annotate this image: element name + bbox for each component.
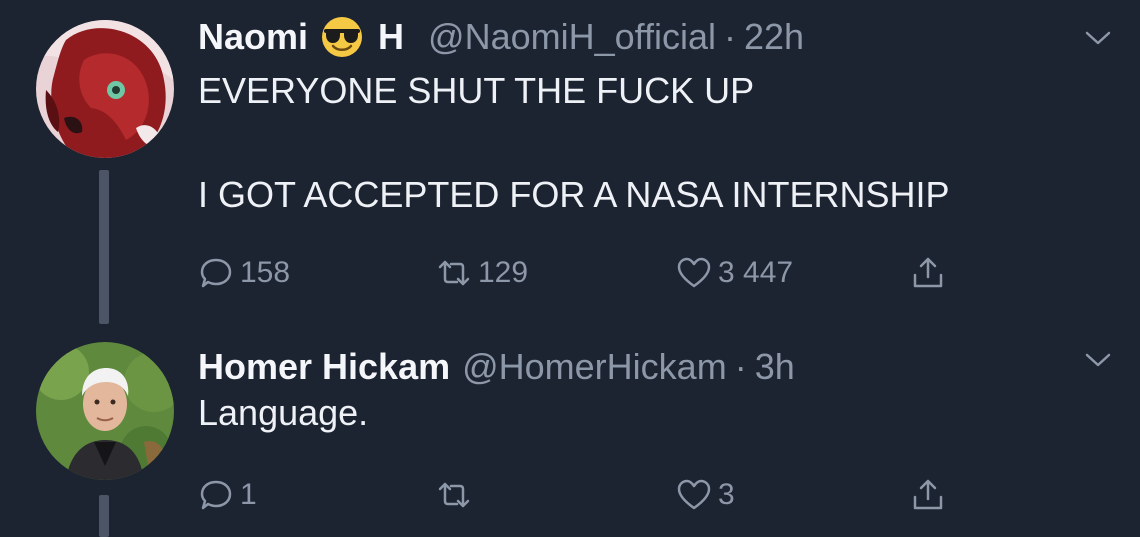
tweet-text-line: Language. [198,392,369,433]
sunglasses-emoji-icon [320,15,364,59]
chevron-down-icon[interactable] [1084,28,1112,48]
timestamp[interactable]: 3h [755,346,795,388]
reply-icon [200,258,232,288]
tweet[interactable]: Naomi H @NaomiH_official · 22h EVERYONE … [0,0,1140,330]
tweet-text-line: EVERYONE SHUT THE FUCK UP [198,70,755,111]
like-count: 3 [718,478,735,511]
reply-button[interactable]: 1 [198,470,257,520]
share-button[interactable] [910,248,952,298]
thread-line [99,170,109,324]
tweet-actions: 158 129 3 447 [198,248,978,298]
reply-count: 158 [240,256,291,289]
retweet-icon [438,482,470,508]
handle[interactable]: @NaomiH_official [428,16,716,58]
thread-line [99,495,109,537]
handle[interactable]: @HomerHickam [462,346,727,388]
display-name[interactable]: Naomi [198,16,308,58]
share-button[interactable] [910,470,952,520]
tweet-text-line: I GOT ACCEPTED FOR A NASA INTERNSHIP [198,174,950,215]
reply-button[interactable]: 158 [198,248,290,298]
display-name-suffix[interactable]: H [378,16,404,58]
share-icon [913,257,943,288]
heart-icon [677,479,711,510]
tweet-header: Homer Hickam @HomerHickam · 3h [198,342,795,392]
reply-icon [200,480,232,510]
like-button[interactable]: 3 447 [676,248,793,298]
avatar[interactable] [36,342,174,480]
retweet-button[interactable] [436,470,478,520]
timestamp[interactable]: 22h [744,16,804,58]
tweet-header: Naomi H @NaomiH_official · 22h [198,12,804,62]
separator: · [734,346,747,387]
retweet-count: 129 [478,256,529,289]
reply-count: 1 [240,478,257,511]
share-icon [913,479,943,510]
like-button[interactable]: 3 [676,470,735,520]
avatar[interactable] [36,20,174,158]
tweet-actions: 1 3 [198,470,978,520]
heart-icon [677,257,711,288]
retweet-icon [438,260,470,286]
retweet-button[interactable]: 129 [436,248,528,298]
like-count: 3 447 [718,256,794,289]
tweet[interactable]: Homer Hickam @HomerHickam · 3h Language.… [0,330,1140,537]
separator: · [724,16,737,57]
display-name[interactable]: Homer Hickam [198,346,450,388]
chevron-down-icon[interactable] [1084,350,1112,370]
